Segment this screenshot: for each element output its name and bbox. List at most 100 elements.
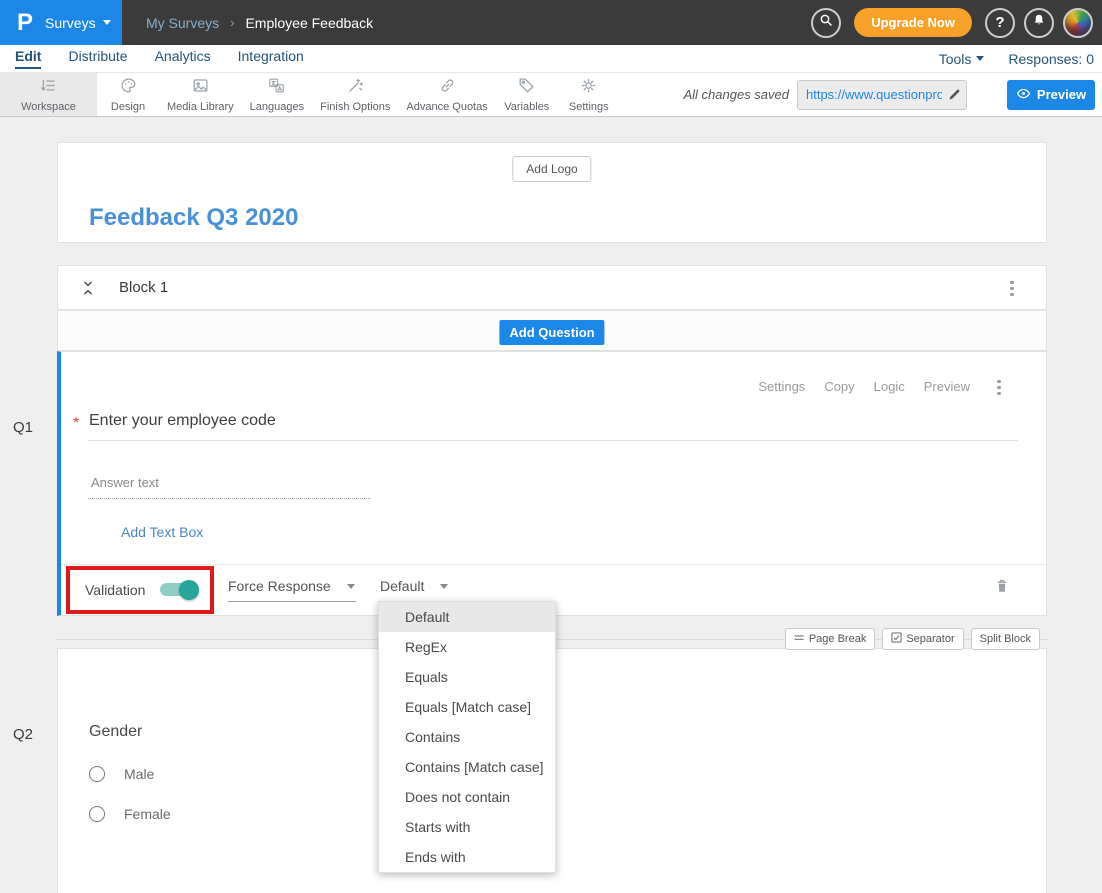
page-break-button[interactable]: Page Break <box>785 628 875 650</box>
collapse-block-icon[interactable] <box>79 279 97 297</box>
tools-label: Tools <box>939 51 972 67</box>
radio-option-female[interactable]: Female <box>89 806 171 822</box>
add-text-box-link[interactable]: Add Text Box <box>121 524 203 540</box>
tab-distribute[interactable]: Distribute <box>68 48 127 69</box>
answer-text-placeholder[interactable]: Answer text <box>91 475 159 490</box>
delete-question-button[interactable] <box>993 576 1011 596</box>
validation-toggle[interactable] <box>160 583 197 596</box>
block-action-buttons: Page Break Separator Split Block <box>785 628 1040 650</box>
radio-option-male[interactable]: Male <box>89 766 154 782</box>
question-copy-link[interactable]: Copy <box>824 379 854 394</box>
validation-row-divider <box>61 564 1046 565</box>
toolbar-item-media-library[interactable]: Media Library <box>159 73 242 116</box>
dropdown-option-starts-with[interactable]: Starts with <box>379 812 555 842</box>
toolbar-item-variables[interactable]: Variables <box>496 73 558 116</box>
questionpro-survey-editor: P Surveys My Surveys › Employee Feedback… <box>0 0 1102 893</box>
breadcrumb-separator: › <box>230 15 234 30</box>
radio-button-icon[interactable] <box>89 806 105 822</box>
validation-type-select[interactable]: Default <box>380 578 440 602</box>
tab-edit[interactable]: Edit <box>15 48 41 69</box>
toolbar-item-workspace[interactable]: Workspace <box>0 73 97 116</box>
workspace-icon <box>39 76 58 100</box>
chevron-down-icon <box>103 20 111 25</box>
chevron-down-icon <box>347 584 355 589</box>
block-name[interactable]: Block 1 <box>119 279 168 296</box>
question-preview-link[interactable]: Preview <box>924 379 970 394</box>
dropdown-option-contains-match-case[interactable]: Contains [Match case] <box>379 752 555 782</box>
question-settings-link[interactable]: Settings <box>758 379 805 394</box>
toolbar-item-advance-quotas[interactable]: Advance Quotas <box>398 73 495 116</box>
help-button[interactable]: ? <box>985 8 1015 38</box>
chain-link-icon <box>438 76 457 100</box>
force-response-select[interactable]: Force Response <box>228 578 356 602</box>
dropdown-option-does-not-contain[interactable]: Does not contain <box>379 782 555 812</box>
block-kebab-menu-icon[interactable] <box>1005 279 1019 298</box>
dropdown-option-default[interactable]: Default <box>379 602 555 632</box>
question1-text[interactable]: Enter your employee code <box>89 412 276 430</box>
toolbar-item-finish-options[interactable]: Finish Options <box>312 73 398 116</box>
question1-card: Settings Copy Logic Preview * Enter your… <box>57 351 1047 616</box>
force-response-value: Force Response <box>228 578 331 594</box>
dropdown-option-ends-with[interactable]: Ends with <box>379 842 555 872</box>
separator-button[interactable]: Separator <box>882 628 963 650</box>
edit-pencil-icon[interactable] <box>947 87 962 102</box>
user-avatar[interactable] <box>1063 8 1093 38</box>
validation-type-value: Default <box>380 578 424 594</box>
question2-code: Q2 <box>13 726 33 743</box>
toolbar-item-label: Settings <box>569 101 609 113</box>
survey-url-input[interactable] <box>797 80 967 110</box>
page-break-icon <box>794 632 805 646</box>
toolbar-item-design[interactable]: Design <box>97 73 159 116</box>
product-menu[interactable]: P Surveys <box>0 0 122 45</box>
tools-menu[interactable]: Tools <box>939 51 985 67</box>
dropdown-option-equals-match-case[interactable]: Equals [Match case] <box>379 692 555 722</box>
gear-icon <box>579 76 598 100</box>
breadcrumb-current-survey: Employee Feedback <box>245 15 373 31</box>
dropdown-option-equals[interactable]: Equals <box>379 662 555 692</box>
breadcrumb: My Surveys › Employee Feedback <box>146 0 373 45</box>
bell-icon <box>1031 12 1047 33</box>
dropdown-option-contains[interactable]: Contains <box>379 722 555 752</box>
responses-count[interactable]: Responses: 0 <box>1008 51 1094 67</box>
required-asterisk: * <box>73 415 79 433</box>
question-kebab-menu-icon[interactable] <box>992 378 1006 397</box>
add-question-button[interactable]: Add Question <box>499 320 604 345</box>
notifications-button[interactable] <box>1024 8 1054 38</box>
toggle-knob <box>179 580 199 600</box>
radio-button-icon[interactable] <box>89 766 105 782</box>
breadcrumb-my-surveys[interactable]: My Surveys <box>146 15 219 31</box>
answer-field-underline <box>88 498 371 499</box>
editor-toolbar: Workspace Design Media Library Languages… <box>0 73 1102 117</box>
upgrade-now-button[interactable]: Upgrade Now <box>854 8 972 37</box>
product-menu-label: Surveys <box>45 15 96 31</box>
split-block-button[interactable]: Split Block <box>971 628 1040 650</box>
block-header: Block 1 <box>57 265 1047 310</box>
toolbar-item-label: Finish Options <box>320 101 390 113</box>
search-button[interactable] <box>811 8 841 38</box>
dropdown-option-regex[interactable]: RegEx <box>379 632 555 662</box>
toolbar-item-languages[interactable]: Languages <box>242 73 312 116</box>
preview-button[interactable]: Preview <box>1007 80 1095 110</box>
tag-icon <box>517 76 536 100</box>
main-nav-tabs: Edit Distribute Analytics Integration To… <box>0 45 1102 73</box>
questionpro-logo: P <box>17 11 33 35</box>
save-status-text: All changes saved <box>683 87 789 102</box>
page-break-label: Page Break <box>809 633 866 645</box>
question-text-underline <box>88 440 1018 441</box>
add-logo-button[interactable]: Add Logo <box>512 156 591 182</box>
validation-type-dropdown-menu: Default RegEx Equals Equals [Match case]… <box>378 601 556 873</box>
tab-integration[interactable]: Integration <box>238 48 304 69</box>
tab-analytics[interactable]: Analytics <box>155 48 211 69</box>
chevron-down-icon <box>976 56 984 61</box>
eye-icon <box>1016 86 1031 104</box>
survey-title[interactable]: Feedback Q3 2020 <box>89 204 298 232</box>
toolbar-item-settings[interactable]: Settings <box>558 73 620 116</box>
survey-header-card: Add Logo Feedback Q3 2020 <box>57 142 1047 243</box>
validation-label: Validation <box>85 582 145 598</box>
languages-icon <box>267 76 286 100</box>
question-logic-link[interactable]: Logic <box>874 379 905 394</box>
radio-option-label: Female <box>124 806 171 822</box>
question-actions: Settings Copy Logic Preview <box>758 379 970 394</box>
question1-code: Q1 <box>13 419 33 436</box>
question2-text[interactable]: Gender <box>89 723 142 741</box>
